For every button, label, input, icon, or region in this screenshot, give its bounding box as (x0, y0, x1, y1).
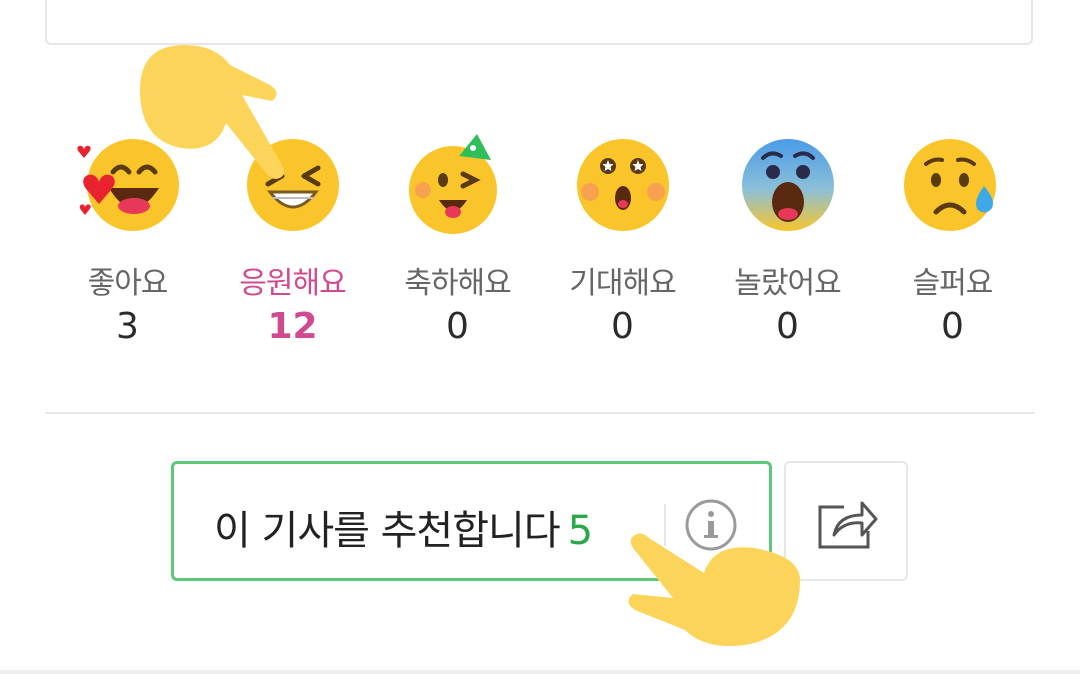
love-face-icon (76, 139, 179, 231)
sad-face-icon (903, 139, 996, 231)
reaction-expect[interactable]: 기대해요 0 (540, 130, 705, 347)
reaction-label: 기대해요 (569, 266, 676, 301)
share-icon (818, 501, 878, 549)
share-button[interactable] (784, 461, 908, 581)
reaction-cheer[interactable]: 응원해요 12 (210, 130, 375, 347)
reaction-bar: 좋아요 3 응원해요 12 축하해요 0 기대해요 0 놀랐어요 0 슬퍼요 0 (45, 130, 1035, 360)
expect-face-icon (576, 139, 669, 231)
reaction-count: 0 (776, 306, 799, 347)
cheer-face-icon (246, 139, 339, 231)
reaction-label: 축하해요 (404, 266, 511, 301)
reaction-count: 0 (941, 306, 964, 347)
divider (45, 412, 1035, 414)
reaction-label: 놀랐어요 (734, 266, 841, 301)
reaction-label: 응원해요 (239, 266, 346, 301)
reaction-label: 좋아요 (87, 266, 169, 301)
info-icon[interactable] (684, 498, 738, 552)
reaction-count: 0 (611, 306, 634, 347)
bottom-divider (0, 670, 1080, 674)
party-face-icon (408, 134, 497, 234)
recommend-text: 이 기사를 추천합니다 5 (214, 498, 593, 556)
reaction-count: 3 (116, 306, 139, 347)
reaction-congrats[interactable]: 축하해요 0 (375, 130, 540, 347)
reaction-count: 12 (267, 306, 318, 347)
reaction-count: 0 (446, 306, 469, 347)
reaction-label: 슬퍼요 (912, 266, 994, 301)
reaction-surprised[interactable]: 놀랐어요 0 (705, 130, 870, 347)
reaction-like[interactable]: 좋아요 3 (45, 130, 210, 347)
content-box (45, 0, 1033, 45)
recommend-count: 5 (567, 508, 593, 554)
separator (664, 504, 666, 546)
surprised-face-icon (741, 139, 834, 231)
reaction-sad[interactable]: 슬퍼요 0 (870, 130, 1035, 347)
recommend-button[interactable]: 이 기사를 추천합니다 5 (171, 461, 772, 581)
recommend-label: 이 기사를 추천합니다 (214, 508, 561, 554)
